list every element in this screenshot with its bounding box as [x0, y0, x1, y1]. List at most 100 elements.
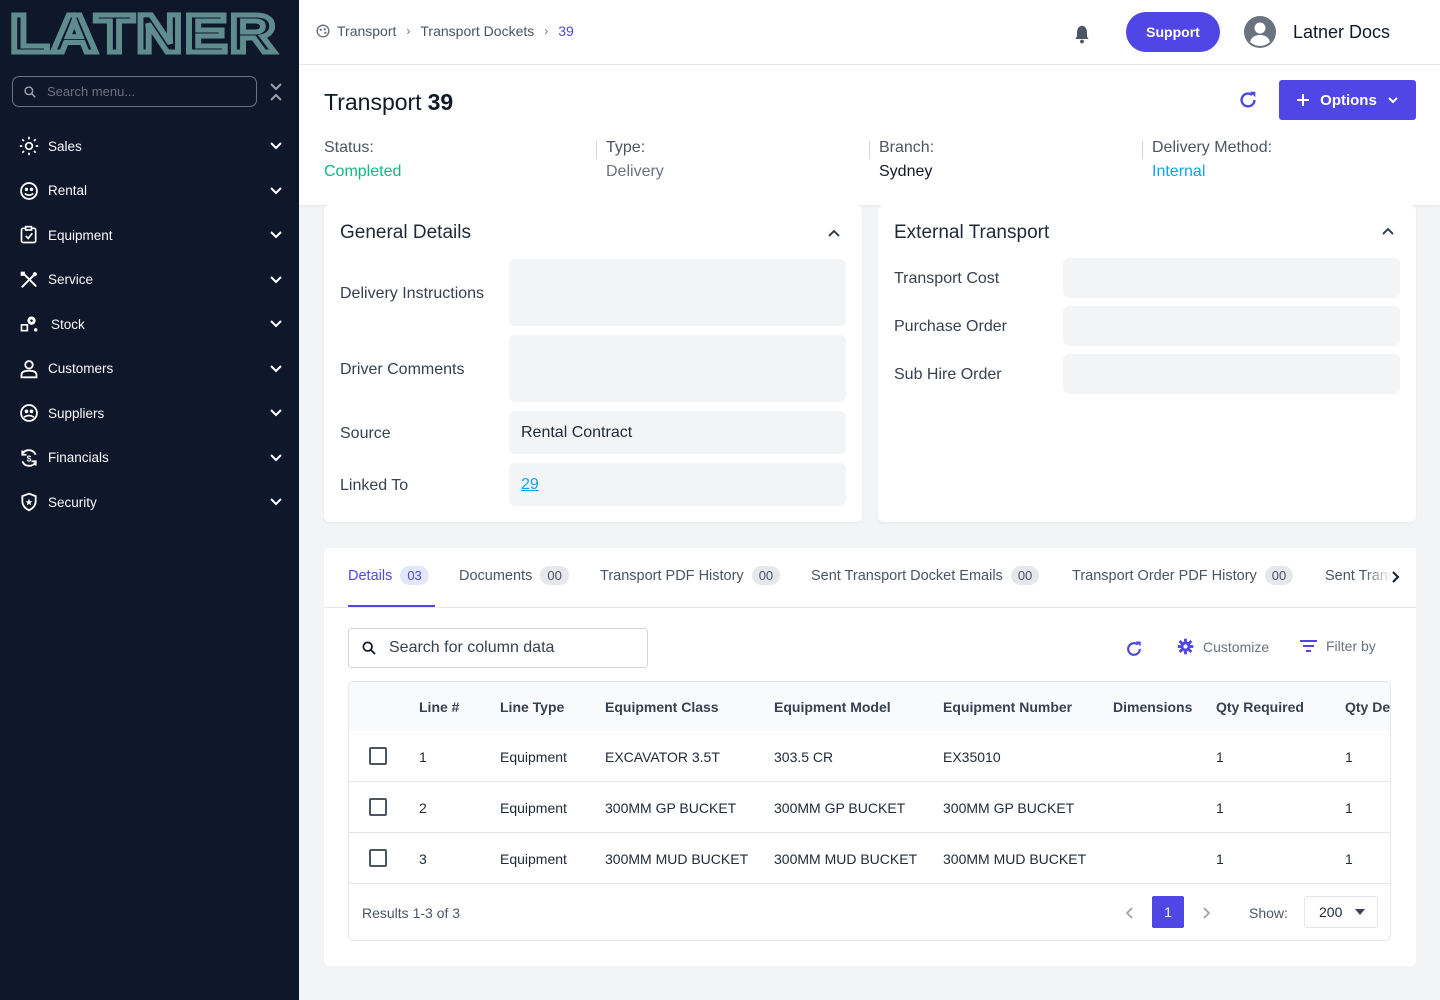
- cell-line-number: 1: [419, 749, 427, 765]
- breadcrumb-separator-icon: ›: [544, 24, 549, 38]
- avatar[interactable]: [1244, 16, 1276, 48]
- filter-label: Filter by: [1326, 638, 1376, 654]
- table-search-input[interactable]: [389, 639, 639, 657]
- field-label: Driver Comments: [340, 361, 465, 378]
- table-row[interactable]: 1 Equipment EXCAVATOR 3.5T 303.5 CR EX35…: [349, 731, 1390, 782]
- chevron-up-icon[interactable]: [826, 225, 842, 241]
- sidebar-item-sales[interactable]: Sales: [0, 124, 299, 169]
- tab-documents[interactable]: Documents 00: [459, 566, 569, 585]
- cell-line-type: Equipment: [500, 800, 567, 816]
- chevron-up-icon[interactable]: [1380, 223, 1396, 239]
- sidebar-item-label: Sales: [48, 138, 82, 154]
- bell-icon[interactable]: [1072, 24, 1092, 44]
- chevron-down-icon: [270, 187, 282, 195]
- cell-equipment-number: EX35010: [943, 749, 1001, 765]
- cell-line-number: 3: [419, 851, 427, 867]
- table-search[interactable]: [348, 628, 648, 668]
- filter-button[interactable]: Filter by: [1300, 638, 1376, 654]
- tab-details[interactable]: Details 03: [348, 566, 429, 585]
- chevron-right-icon[interactable]: [1389, 570, 1403, 584]
- page-title: Transport 39: [324, 89, 453, 116]
- sidebar-item-customers[interactable]: Customers: [0, 347, 299, 392]
- chevron-down-icon: [270, 409, 282, 417]
- collapse-menu-icon[interactable]: [268, 81, 284, 103]
- tab-label: Sent Transport Docket Emails: [811, 567, 1003, 584]
- svg-text:LATNER: LATNER: [10, 8, 278, 58]
- sidebar-item-rental[interactable]: Rental: [0, 169, 299, 214]
- stat-label: Type:: [606, 139, 646, 156]
- search-icon: [24, 85, 36, 98]
- row-checkbox[interactable]: [369, 747, 387, 765]
- row-checkbox[interactable]: [369, 849, 387, 867]
- linked-to-field: 29: [509, 463, 846, 506]
- column-header[interactable]: Line #: [419, 699, 459, 715]
- sidebar-item-label: Customers: [48, 361, 114, 377]
- page-size-label: Show:: [1249, 905, 1288, 921]
- sidebar-item-financials[interactable]: $ Financials: [0, 436, 299, 481]
- driver-comments-field[interactable]: [509, 335, 846, 402]
- sidebar: LATNER Sales Rental Equipment Service: [0, 0, 299, 1000]
- tab-sent-transport-docket-emails[interactable]: Sent Transport Docket Emails 00: [811, 566, 1040, 585]
- tab-transport-pdf-history[interactable]: Transport PDF History 00: [600, 566, 781, 585]
- transport-cost-field[interactable]: [1063, 258, 1400, 298]
- sidebar-item-equipment[interactable]: Equipment: [0, 213, 299, 258]
- customers-icon: [19, 359, 39, 379]
- table-row[interactable]: 3 Equipment 300MM MUD BUCKET 300MM MUD B…: [349, 833, 1390, 884]
- stat-value: Sydney: [879, 163, 933, 180]
- sidebar-item-service[interactable]: Service: [0, 258, 299, 303]
- row-checkbox[interactable]: [369, 798, 387, 816]
- chevron-down-icon: [270, 365, 282, 373]
- suppliers-icon: [19, 403, 39, 423]
- sidebar-search[interactable]: [12, 76, 257, 107]
- user-name[interactable]: Latner Docs: [1293, 22, 1390, 43]
- breadcrumb: Transport › Transport Dockets › 39: [316, 23, 574, 39]
- linked-to-link[interactable]: 29: [521, 476, 539, 494]
- palette-icon: [316, 24, 330, 38]
- table-row[interactable]: 2 Equipment 300MM GP BUCKET 300MM GP BUC…: [349, 782, 1390, 833]
- column-header[interactable]: Equipment Model: [774, 699, 891, 715]
- sidebar-item-label: Suppliers: [48, 405, 105, 421]
- sidebar-search-input[interactable]: [47, 84, 237, 99]
- stat-value: Completed: [324, 163, 402, 180]
- field-label: Source: [340, 425, 391, 442]
- tab-count-badge: 00: [1010, 566, 1040, 585]
- column-header[interactable]: Qty Required: [1216, 699, 1304, 715]
- breadcrumb-item-transport-dockets[interactable]: Transport Dockets: [420, 23, 534, 39]
- field-label: Linked To: [340, 477, 409, 494]
- cell-line-number: 2: [419, 800, 427, 816]
- tab-count-badge: 03: [400, 566, 429, 585]
- sidebar-item-security[interactable]: Security: [0, 480, 299, 525]
- cell-line-type: Equipment: [500, 851, 567, 867]
- customize-label: Customize: [1203, 638, 1270, 655]
- page-size-select[interactable]: 200: [1304, 896, 1378, 928]
- column-header[interactable]: Dimensions: [1113, 699, 1192, 715]
- stat-value[interactable]: Internal: [1152, 163, 1272, 181]
- card-title: External Transport: [894, 222, 1050, 243]
- pagination-current-page[interactable]: 1: [1152, 896, 1184, 928]
- options-button[interactable]: Options: [1279, 80, 1416, 120]
- cell-equipment-class: 300MM GP BUCKET: [605, 800, 737, 816]
- customize-button[interactable]: Customize: [1177, 638, 1269, 655]
- sidebar-item-suppliers[interactable]: Suppliers: [0, 391, 299, 436]
- table-footer: Results 1-3 of 3 1 Show: 200: [349, 884, 1390, 940]
- purchase-order-field[interactable]: [1063, 306, 1400, 346]
- lines-table: Line # Line Type Equipment Class Equipme…: [348, 681, 1391, 941]
- sub-hire-order-field[interactable]: [1063, 354, 1400, 394]
- latner-logo[interactable]: LATNER: [10, 8, 280, 58]
- stat-label: Status:: [324, 139, 374, 156]
- column-header[interactable]: Equipment Class: [605, 699, 719, 715]
- delivery-instructions-field[interactable]: [509, 259, 846, 326]
- refresh-icon[interactable]: [1124, 639, 1144, 659]
- refresh-icon[interactable]: [1237, 89, 1259, 111]
- column-header[interactable]: Line Type: [500, 699, 564, 715]
- column-header[interactable]: Qty Delivered: [1345, 699, 1390, 715]
- breadcrumb-item-transport[interactable]: Transport: [337, 23, 396, 39]
- chevron-left-icon[interactable]: [1124, 906, 1136, 920]
- tab-transport-order-pdf-history[interactable]: Transport Order PDF History 00: [1072, 566, 1294, 585]
- support-button[interactable]: Support: [1126, 12, 1220, 52]
- cell-qty-delivered: 1: [1345, 851, 1353, 867]
- external-transport-card: External Transport Transport Cost Purcha…: [878, 205, 1416, 522]
- sidebar-item-stock[interactable]: Stock: [0, 302, 299, 347]
- column-header[interactable]: Equipment Number: [943, 699, 1072, 715]
- chevron-right-icon[interactable]: [1200, 906, 1212, 920]
